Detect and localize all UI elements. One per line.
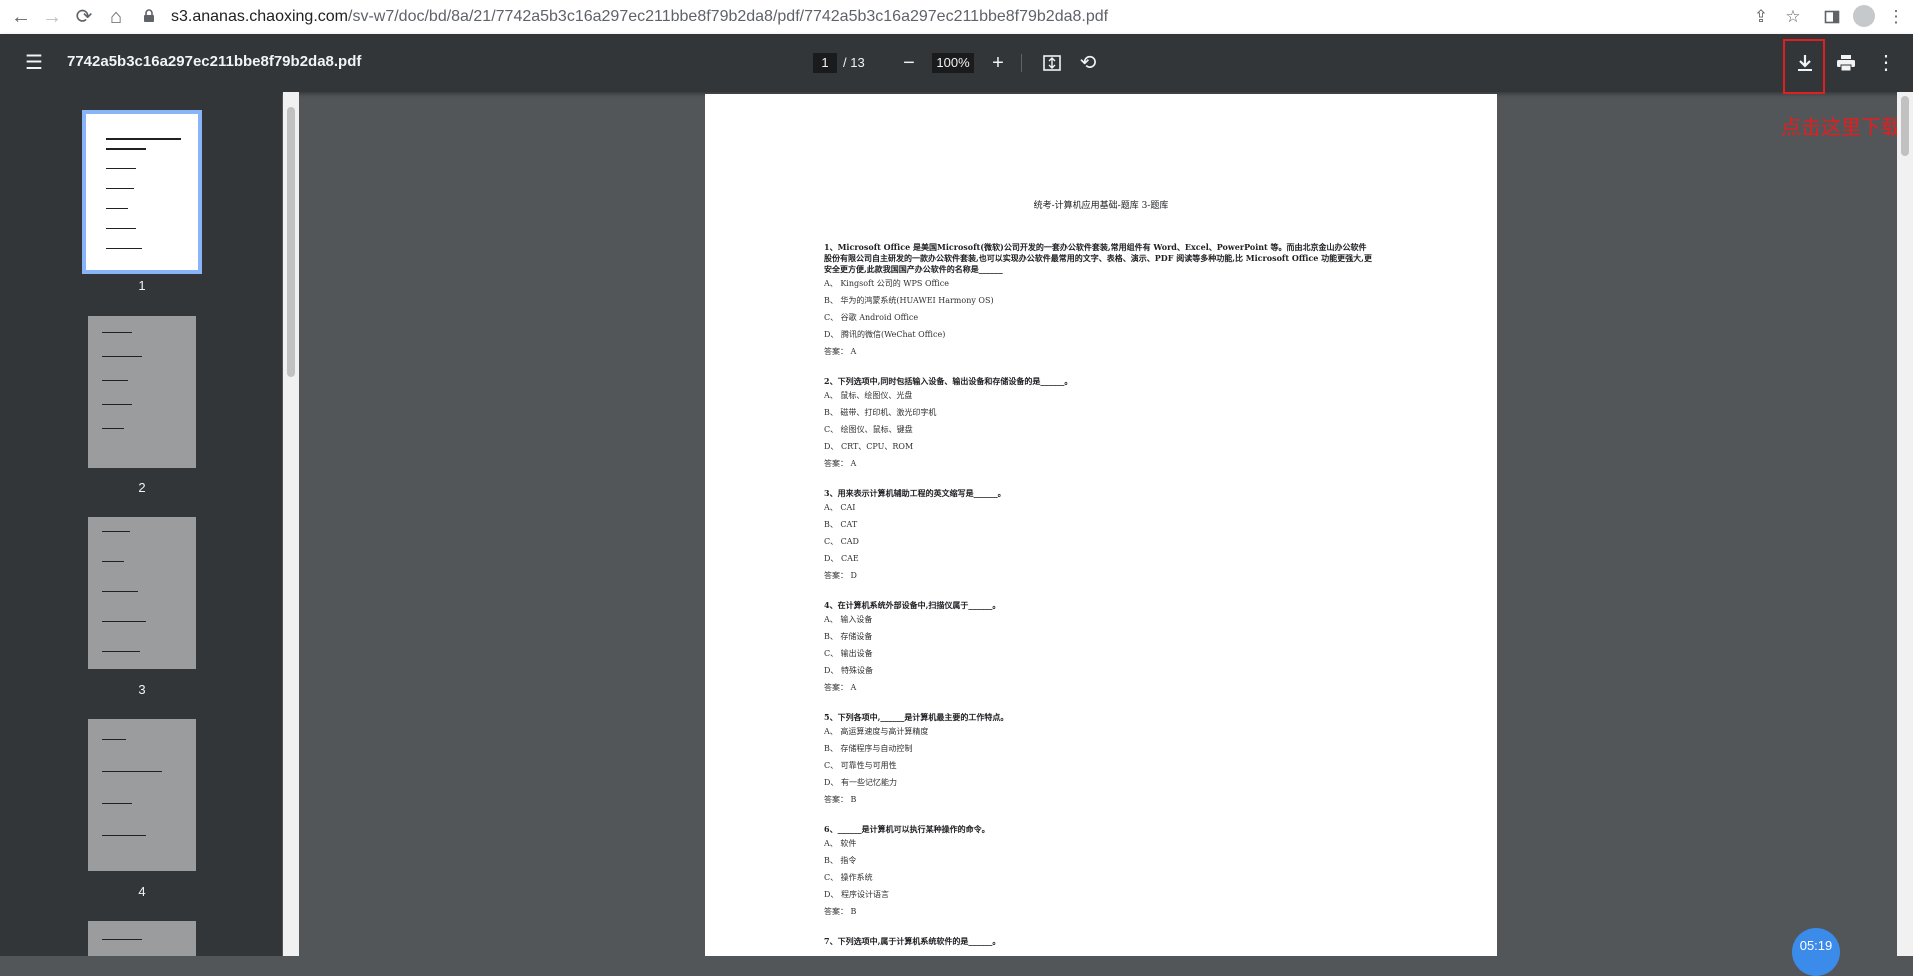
- answer-option: A、 高运算速度与高计算精度: [824, 727, 929, 736]
- main-scroll-thumb[interactable]: [1901, 96, 1909, 156]
- answer-option: C、 谷歌 Android Office: [824, 313, 919, 322]
- answer-option: B、 存储程序与自动控制: [824, 744, 913, 753]
- answer-option: D、 CAE: [824, 554, 859, 563]
- question-text: 2、下列选项中,同时包括输入设备、输出设备和存储设备的是______。: [824, 376, 1073, 386]
- lock-icon[interactable]: [141, 8, 157, 24]
- answer-option: B、 磁带、打印机、激光印字机: [824, 408, 937, 417]
- zoom-out-icon[interactable]: −: [891, 45, 927, 81]
- zoom-in-icon[interactable]: +: [980, 45, 1016, 81]
- url-host: s3.ananas.chaoxing.com: [171, 8, 348, 25]
- sidebar-scroll-thumb[interactable]: [287, 107, 295, 377]
- thumbnail-page-5[interactable]: [88, 921, 196, 956]
- rotate-icon[interactable]: ⟲: [1070, 45, 1106, 81]
- answer-option: D、 有一些记忆能力: [824, 778, 897, 787]
- answer-key: 答案： A: [824, 347, 857, 356]
- answer-option: A、 Kingsoft 公司的 WPS Office: [824, 279, 949, 288]
- menu-icon[interactable]: ☰: [16, 45, 52, 81]
- answer-option: A、 输入设备: [824, 615, 873, 624]
- print-icon[interactable]: [1828, 45, 1864, 81]
- toolbar-divider: [1021, 54, 1022, 72]
- answer-option: A、 CAI: [824, 503, 856, 512]
- answer-option: C、 绘图仪、鼠标、键盘: [824, 425, 913, 434]
- answer-option: D、 CRT、CPU、ROM: [824, 442, 914, 451]
- answer-option: B、 CAT: [824, 520, 858, 529]
- thumbnail-label: 2: [138, 480, 146, 495]
- answer-key: 答案： D: [824, 571, 857, 580]
- thumbnail-sidebar: 1 2 3 4: [0, 92, 282, 956]
- answer-key: 答案： B: [824, 907, 857, 916]
- thumbnail-page-3[interactable]: [88, 517, 196, 669]
- answer-key: 答案： B: [824, 795, 857, 804]
- more-options-icon[interactable]: ⋮: [1868, 45, 1904, 81]
- download-highlight-box: [1783, 39, 1825, 94]
- download-annotation: 点击这里下载: [1781, 117, 1901, 139]
- fit-page-icon[interactable]: [1034, 45, 1070, 81]
- back-arrow-icon[interactable]: ←: [9, 5, 33, 29]
- zoom-input[interactable]: 100%: [932, 53, 974, 73]
- answer-key: 答案： A: [824, 683, 857, 692]
- page-number-input[interactable]: 1: [813, 53, 837, 73]
- pdf-toolbar: ☰ 7742a5b3c16a297ec211bbe8f79b2da8.pdf 1…: [0, 34, 1913, 92]
- answer-option: A、 鼠标、绘图仪、光盘: [824, 391, 913, 400]
- url-path: /sv-w7/doc/bd/8a/21/7742a5b3c16a297ec211…: [348, 8, 1109, 25]
- bookmark-star-icon[interactable]: ☆: [1781, 5, 1805, 29]
- answer-option: C、 操作系统: [824, 873, 873, 882]
- profile-avatar-icon[interactable]: [1853, 5, 1875, 27]
- reload-icon[interactable]: ⟳: [72, 5, 96, 29]
- browser-toolbar: ← → ⟳ ⌂ s3.ananas.chaoxing.com/sv-w7/doc…: [0, 0, 1913, 35]
- document-heading: 统考-计算机应用基础-题库 3-题库: [1033, 201, 1169, 211]
- answer-option: B、 华为的鸿蒙系统(HUAWEI Harmony OS): [824, 296, 994, 305]
- thumbnail-label: 1: [138, 278, 146, 293]
- question-text: 7、下列选项中,属于计算机系统软件的是______。: [824, 936, 1001, 946]
- pdf-page: 统考-计算机应用基础-题库 3-题库 1、Microsoft Office 是美…: [705, 94, 1497, 956]
- home-icon[interactable]: ⌂: [104, 5, 128, 29]
- answer-option: C、 CAD: [824, 537, 859, 546]
- thumbnail-label: 4: [138, 884, 146, 899]
- thumbnail-label: 3: [138, 682, 146, 697]
- share-icon[interactable]: ⇪: [1749, 5, 1773, 29]
- document-title: 7742a5b3c16a297ec211bbe8f79b2da8.pdf: [67, 53, 362, 70]
- forward-arrow-icon[interactable]: →: [40, 5, 64, 29]
- answer-option: D、 特殊设备: [824, 666, 873, 675]
- thumbnail-page-4[interactable]: [88, 719, 196, 871]
- answer-option: A、 软件: [824, 839, 857, 848]
- question-text: 1、Microsoft Office 是美国Microsoft(微软)公司开发的…: [824, 242, 1372, 274]
- question-text: 4、在计算机系统外部设备中,扫描仪属于______。: [824, 600, 1001, 610]
- answer-option: D、 程序设计语言: [824, 890, 889, 899]
- answer-option: C、 可靠性与可用性: [824, 761, 897, 770]
- question-text: 3、用来表示计算机辅助工程的英文缩写是______。: [824, 488, 1006, 498]
- answer-option: D、 腾讯的微信(WeChat Office): [824, 330, 946, 339]
- thumbnail-page-2[interactable]: [88, 316, 196, 468]
- answer-option: C、 输出设备: [824, 649, 873, 658]
- answer-key: 答案： A: [824, 459, 857, 468]
- address-bar[interactable]: s3.ananas.chaoxing.com/sv-w7/doc/bd/8a/2…: [171, 6, 1108, 28]
- browser-menu-icon[interactable]: ⋮: [1884, 5, 1908, 29]
- page-total: / 13: [843, 55, 865, 70]
- answer-option: B、 存储设备: [824, 632, 873, 641]
- thumbnail-page-1[interactable]: [82, 110, 202, 274]
- answer-option: B、 指令: [824, 856, 857, 865]
- main-scrollbar[interactable]: [1897, 92, 1913, 956]
- question-text: 5、下列各项中,______是计算机最主要的工作特点。: [824, 712, 1009, 722]
- side-panel-icon[interactable]: [1820, 5, 1844, 29]
- timer-badge[interactable]: 05:19: [1792, 928, 1840, 976]
- question-text: 6、______是计算机可以执行某种操作的命令。: [824, 824, 990, 834]
